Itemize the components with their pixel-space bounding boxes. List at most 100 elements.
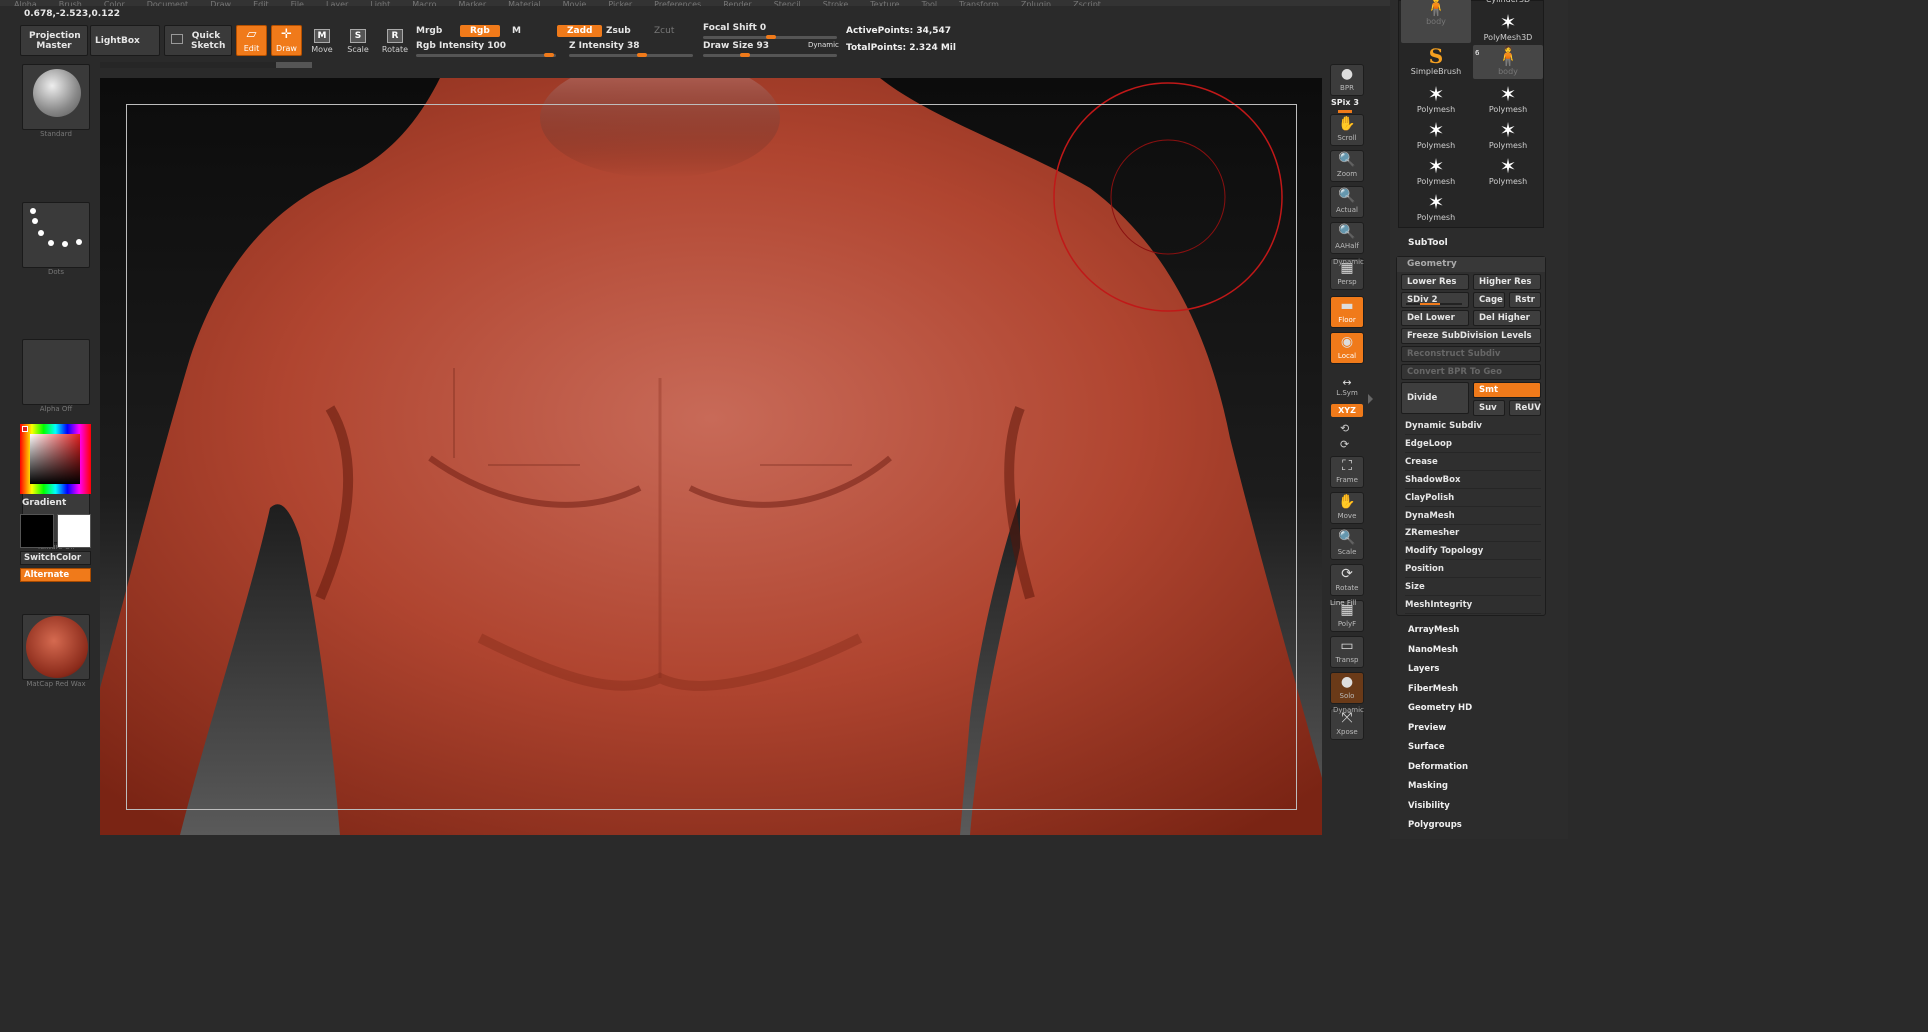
document-scrollbar[interactable] — [100, 62, 312, 68]
tool-thumb-cylinder3d[interactable]: Cylinder3D — [1473, 0, 1543, 9]
rgb-intensity-slider[interactable] — [416, 53, 556, 57]
shelf-transp-button[interactable]: ▭ Transp — [1330, 636, 1364, 668]
geometry-crease[interactable]: Crease — [1405, 454, 1541, 471]
alpha-selector[interactable]: Alpha Off — [22, 339, 90, 413]
tool-thumb-polymesh[interactable]: ✶ Polymesh — [1401, 155, 1471, 189]
higher-res-button[interactable]: Higher Res — [1473, 274, 1541, 290]
move-button[interactable]: M Move — [308, 29, 336, 54]
material-selector[interactable]: MatCap Red Wax — [22, 614, 90, 688]
lightbox-button[interactable]: LightBox — [90, 25, 160, 56]
tool-menu-surface[interactable]: Surface — [1408, 742, 1445, 752]
geometry-edgeloop[interactable]: EdgeLoop — [1405, 436, 1541, 453]
cage-button[interactable]: Cage — [1473, 292, 1505, 308]
draw-button[interactable]: ✛ Draw — [271, 25, 302, 56]
suv-toggle[interactable]: Suv — [1473, 400, 1505, 416]
menu-render[interactable]: Render — [723, 0, 751, 6]
tool-thumb-polymesh[interactable]: ✶ Polymesh — [1401, 119, 1471, 153]
rstr-button[interactable]: Rstr — [1509, 292, 1541, 308]
menu-stroke[interactable]: Stroke — [823, 0, 849, 6]
subtool-menu[interactable]: SubTool — [1408, 238, 1448, 248]
tool-menu-deformation[interactable]: Deformation — [1408, 762, 1468, 772]
menu-brush[interactable]: Brush — [59, 0, 82, 6]
menu-preferences[interactable]: Preferences — [654, 0, 701, 6]
menu-layer[interactable]: Layer — [326, 0, 348, 6]
zadd-toggle[interactable]: Zadd — [557, 25, 603, 37]
projection-master-button[interactable]: Projection Master — [20, 25, 88, 56]
freeze-subdiv-button[interactable]: Freeze SubDivision Levels — [1401, 328, 1541, 344]
shelf-floor-button[interactable]: ▬ Floor — [1330, 296, 1364, 328]
shelf-lsym-button[interactable]: ↔ L.Sym — [1330, 376, 1364, 400]
shelf-move-button[interactable]: ✋ Move — [1330, 492, 1364, 524]
menu-document[interactable]: Document — [147, 0, 188, 6]
spix-slider[interactable] — [1338, 110, 1352, 113]
gradient-label[interactable]: Gradient — [22, 498, 66, 508]
shelf-aahalf-button[interactable]: 🔍 AAHalf — [1330, 222, 1364, 254]
geometry-zremesher[interactable]: ZRemesher — [1405, 525, 1541, 543]
zsub-toggle[interactable]: Zsub — [606, 26, 631, 36]
tool-thumb-polymesh3d[interactable]: ✶ PolyMesh3D — [1473, 11, 1543, 45]
reuv-button[interactable]: ReUV — [1509, 400, 1541, 416]
quick-sketch-button[interactable]: Quick Sketch — [164, 25, 232, 56]
brush-selector[interactable]: Standard — [22, 64, 90, 138]
tool-thumb-body[interactable]: 🧍 body — [1473, 45, 1543, 79]
shelf-actual-button[interactable]: 🔍 Actual — [1330, 186, 1364, 218]
tool-menu-visibility[interactable]: Visibility — [1408, 801, 1450, 811]
secondary-color-swatch[interactable] — [57, 514, 91, 548]
menu-draw[interactable]: Draw — [210, 0, 231, 6]
reconstruct-subdiv-button[interactable]: Reconstruct Subdiv — [1401, 346, 1541, 362]
edit-button[interactable]: ▱ Edit — [236, 25, 267, 56]
menu-zplugin[interactable]: Zplugin — [1021, 0, 1051, 6]
geometry-dynamesh[interactable]: DynaMesh — [1405, 508, 1541, 525]
tool-thumb-polymesh[interactable]: ✶ Polymesh — [1473, 119, 1543, 153]
tool-menu-preview[interactable]: Preview — [1408, 723, 1446, 733]
menu-file[interactable]: File — [291, 0, 304, 6]
geometry-dynamic-subdiv[interactable]: Dynamic Subdiv — [1405, 418, 1541, 435]
scrollbar-thumb[interactable] — [276, 62, 312, 68]
menu-stencil[interactable]: Stencil — [774, 0, 801, 6]
shelf-frame-button[interactable]: ⛶ Frame — [1330, 456, 1364, 488]
menu-light[interactable]: Light — [370, 0, 390, 6]
z-intensity-slider[interactable] — [569, 53, 693, 57]
tool-thumb-polymesh[interactable]: ✶ Polymesh — [1473, 155, 1543, 189]
shelf-scale-button[interactable]: 🔍 Scale — [1330, 528, 1364, 560]
menu-texture[interactable]: Texture — [870, 0, 899, 6]
rotate-y-icon[interactable]: ⟲ — [1340, 422, 1349, 435]
geometry-modify-topology[interactable]: Modify Topology — [1405, 543, 1541, 561]
focal-shift-slider[interactable] — [703, 35, 837, 39]
tool-thumb-simplebrush[interactable]: S SimpleBrush — [1401, 45, 1471, 79]
mrgb-toggle[interactable]: Mrgb — [416, 26, 442, 36]
shelf-rotate-button[interactable]: ⟳ Rotate — [1330, 564, 1364, 596]
menu-alpha[interactable]: Alpha — [14, 0, 37, 6]
rotate-z-icon[interactable]: ⟳ — [1340, 438, 1349, 451]
tool-thumb-polymesh[interactable]: ✶ Polymesh — [1473, 83, 1543, 117]
xyz-toggle[interactable]: XYZ — [1331, 404, 1363, 417]
stroke-selector[interactable]: Dots — [22, 202, 90, 276]
spix-label[interactable]: SPix 3 — [1331, 98, 1359, 107]
tool-menu-arraymesh[interactable]: ArrayMesh — [1408, 625, 1459, 635]
convert-bpr-button[interactable]: Convert BPR To Geo — [1401, 364, 1541, 380]
alternate-button[interactable]: Alternate — [20, 568, 91, 582]
geometry-claypolish[interactable]: ClayPolish — [1405, 490, 1541, 507]
tool-menu-masking[interactable]: Masking — [1408, 781, 1448, 791]
menu-tool[interactable]: Tool — [922, 0, 938, 6]
rotate-button[interactable]: R Rotate — [380, 29, 410, 54]
del-higher-button[interactable]: Del Higher — [1473, 310, 1541, 326]
menu-transform[interactable]: Transform — [959, 0, 999, 6]
lower-res-button[interactable]: Lower Res — [1401, 274, 1469, 290]
color-saturation-square[interactable] — [30, 434, 80, 484]
collapse-tray-icon[interactable] — [1368, 370, 1373, 430]
menu-color[interactable]: Color — [104, 0, 125, 6]
menu-macro[interactable]: Macro — [412, 0, 436, 6]
menu-picker[interactable]: Picker — [608, 0, 632, 6]
menu-material[interactable]: Material — [508, 0, 541, 6]
shelf-local-button[interactable]: ◉ Local — [1330, 332, 1364, 364]
menu-marker[interactable]: Marker — [458, 0, 486, 6]
color-picker[interactable] — [20, 424, 91, 494]
tool-menu-geometry-hd[interactable]: Geometry HD — [1408, 703, 1472, 713]
geometry-size[interactable]: Size — [1405, 579, 1541, 597]
tool-thumb-polymesh[interactable]: ✶ Polymesh — [1401, 191, 1471, 225]
m-toggle[interactable]: M — [512, 26, 521, 36]
tool-menu-nanomesh[interactable]: NanoMesh — [1408, 645, 1458, 655]
tool-thumb-polymesh[interactable]: ✶ Polymesh — [1401, 83, 1471, 117]
del-lower-button[interactable]: Del Lower — [1401, 310, 1469, 326]
